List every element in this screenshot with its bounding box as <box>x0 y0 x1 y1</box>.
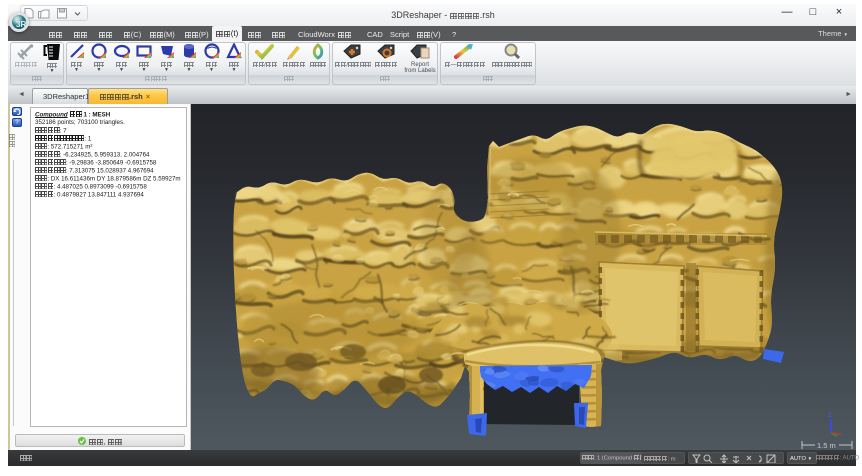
svg-text:z: z <box>828 410 832 419</box>
svg-text:1.5 m: 1.5 m <box>817 441 836 450</box>
